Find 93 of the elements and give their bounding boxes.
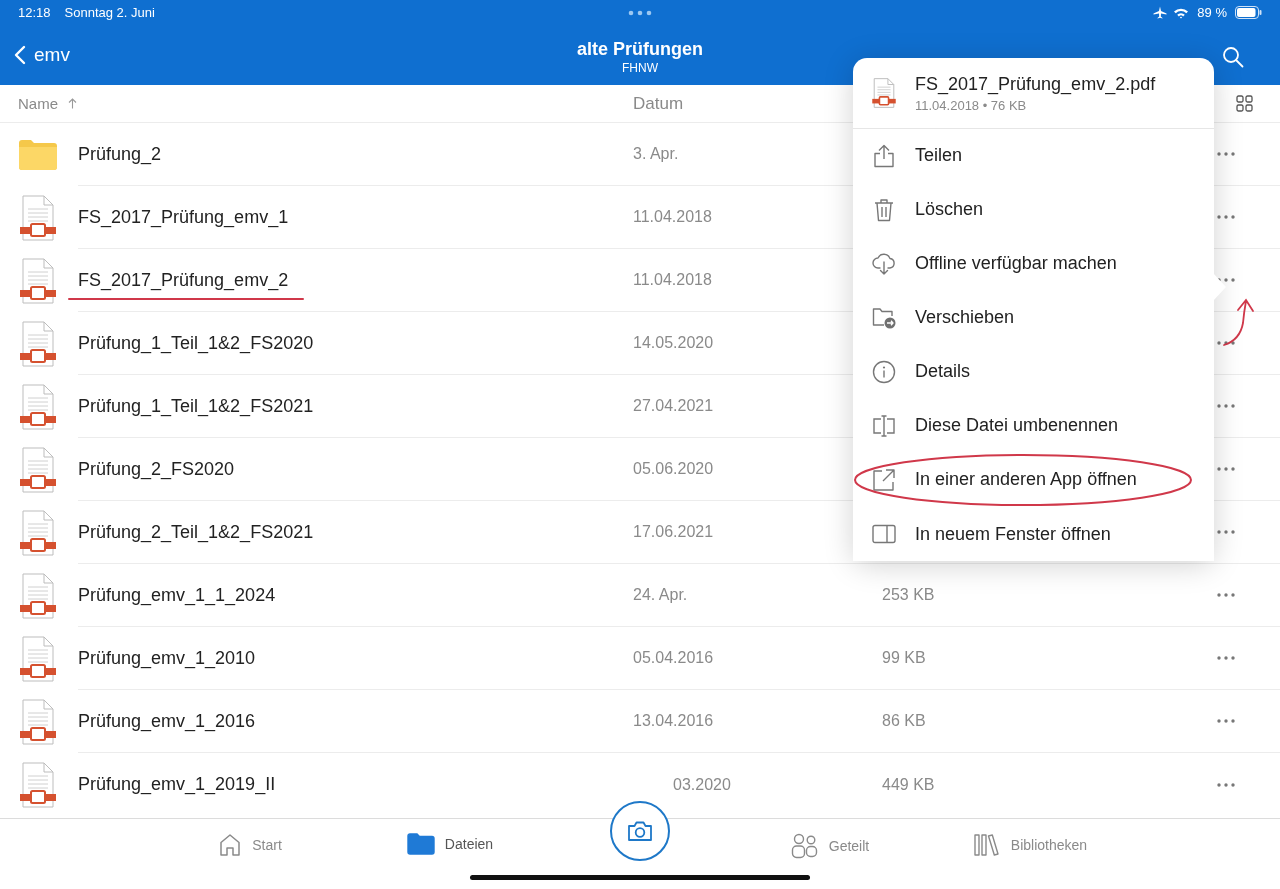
selected-file-name: FS_2017_Prüfung_emv_2.pdf: [915, 73, 1156, 95]
modified-date: 11.04.2018: [633, 271, 713, 289]
menu-item[interactable]: Verschieben: [853, 291, 1214, 345]
more-options-icon[interactable]: [1217, 341, 1235, 345]
people-icon: [790, 833, 819, 859]
pdf-file-icon: [20, 572, 56, 619]
pdf-file-icon: [20, 383, 56, 430]
tab[interactable]: Geteilt: [730, 833, 930, 859]
pdf-file-icon: [20, 761, 56, 808]
battery-percent: 89 %: [1197, 5, 1227, 20]
more-options-icon[interactable]: [1217, 530, 1235, 534]
trash-icon: [874, 198, 894, 222]
file-name[interactable]: Prüfung_2_Teil_1&2_FS2021: [78, 521, 314, 542]
home-icon: [218, 833, 243, 857]
more-options-icon[interactable]: [1217, 719, 1235, 723]
file-name[interactable]: Prüfung_2_FS2020: [78, 458, 235, 479]
pdf-file-icon: [20, 320, 56, 367]
file-size: 86 KB: [882, 712, 927, 730]
search-icon[interactable]: [1222, 46, 1244, 68]
file-name[interactable]: FS_2017_Prüfung_emv_2: [78, 269, 289, 290]
cloud-download-icon: [872, 252, 896, 276]
menu-item[interactable]: Details: [853, 345, 1214, 399]
menu-item[interactable]: In einer anderen App öffnen: [853, 453, 1214, 507]
pdf-file-icon: [20, 446, 56, 493]
file-size: 449 KB: [882, 775, 936, 794]
pdf-file-icon: [20, 635, 56, 682]
modified-date: 05.04.2016: [633, 649, 715, 667]
camera-icon: [627, 820, 653, 842]
menu-item[interactable]: In neuem Fenster öffnen: [853, 507, 1214, 561]
modified-date: 17.06.2021: [633, 523, 715, 541]
file-name[interactable]: Prüfung_1_Teil_1&2_FS2020: [78, 332, 314, 353]
more-options-icon[interactable]: [1217, 215, 1235, 219]
menu-item[interactable]: Löschen: [853, 183, 1214, 237]
file-name[interactable]: Prüfung_emv_1_2010: [78, 647, 256, 668]
date-column-header[interactable]: Datum: [633, 93, 684, 114]
sort-up-arrow-icon[interactable]: [68, 98, 77, 109]
back-button[interactable]: emv: [14, 44, 70, 66]
tab[interactable]: Bibliotheken: [930, 833, 1130, 857]
modified-date: 13.04.2016: [633, 712, 715, 730]
wifi-icon: [1173, 6, 1190, 19]
tab[interactable]: Start: [150, 833, 350, 857]
file-name[interactable]: Prüfung_2: [78, 143, 162, 164]
airplane-icon: [1153, 6, 1168, 19]
grid-view-icon[interactable]: [1236, 95, 1253, 112]
modified-date: 14.05.2020: [633, 334, 715, 352]
split-window-icon: [872, 524, 896, 544]
more-options-icon[interactable]: [1217, 467, 1235, 471]
chevron-left-icon: [14, 45, 26, 65]
file-size: 253 KB: [882, 586, 936, 604]
file-name[interactable]: Prüfung_1_Teil_1&2_FS2021: [78, 395, 314, 416]
file-name[interactable]: Prüfung_emv_1_2016: [78, 710, 256, 731]
more-options-icon[interactable]: [1217, 656, 1235, 660]
modified-date: 03.2020: [672, 775, 732, 794]
info-icon: [872, 360, 896, 384]
more-options-icon[interactable]: [1217, 278, 1235, 282]
pdf-file-icon: [20, 257, 56, 304]
folder-title: alte Prüfungen: [577, 39, 703, 60]
modified-date: 24. Apr.: [633, 586, 689, 604]
name-column-header[interactable]: Name: [18, 95, 58, 112]
books-icon: [972, 833, 1001, 857]
modified-date: 05.06.2020: [633, 460, 715, 478]
rename-cursor-icon: [872, 414, 896, 438]
more-options-icon[interactable]: [1217, 404, 1235, 408]
file-name[interactable]: FS_2017_Prüfung_emv_1: [78, 206, 289, 227]
pdf-file-icon: [20, 698, 56, 745]
status-time: 12:18: [18, 5, 51, 20]
status-date: Sonntag 2. Juni: [64, 5, 155, 20]
camera-button[interactable]: [610, 801, 670, 861]
more-options-icon[interactable]: [1217, 152, 1235, 156]
file-name[interactable]: Prüfung_emv_1_1_2024: [78, 584, 276, 605]
pdf-file-icon: [872, 78, 896, 108]
external-link-icon: [872, 468, 896, 492]
multitask-dots-icon[interactable]: [628, 10, 652, 16]
tab[interactable]: Dateien: [350, 833, 550, 855]
pdf-file-icon: [20, 194, 56, 241]
file-size: 99 KB: [882, 649, 927, 667]
selected-file-meta: 11.04.2018 • 76 KB: [915, 97, 1028, 113]
modified-date: 3. Apr.: [633, 145, 680, 163]
folder-arrow-icon: [872, 307, 896, 329]
modified-date: 27.04.2021: [633, 397, 715, 415]
menu-item[interactable]: Teilen: [853, 129, 1214, 183]
more-options-icon[interactable]: [1217, 593, 1235, 597]
battery-icon: [1235, 6, 1262, 19]
pdf-file-icon: [20, 509, 56, 556]
menu-item[interactable]: Diese Datei umbenennen: [853, 399, 1214, 453]
more-options-icon[interactable]: [1217, 782, 1235, 787]
folder-icon: [18, 138, 58, 171]
modified-date: 11.04.2018: [633, 208, 713, 226]
menu-item[interactable]: Offline verfügbar machen: [853, 237, 1214, 291]
folder-subtitle: FHNW: [622, 61, 658, 75]
share-icon: [873, 144, 895, 168]
file-name[interactable]: Prüfung_emv_1_2019_II: [78, 774, 276, 794]
folder-icon: [406, 833, 435, 855]
